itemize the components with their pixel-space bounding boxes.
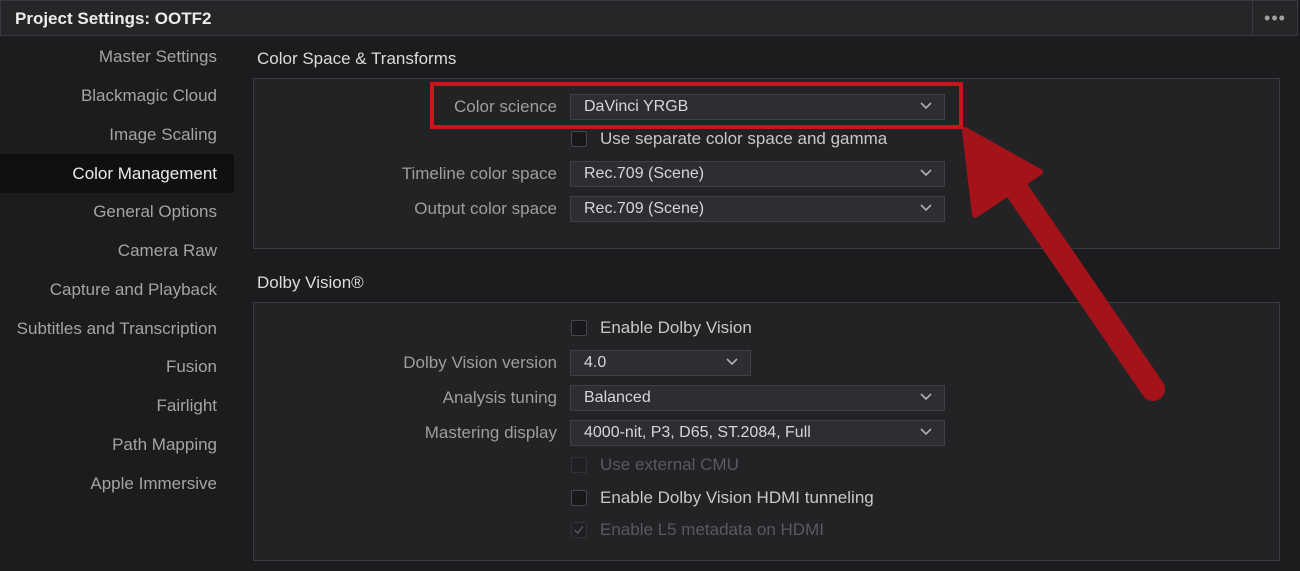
- sidebar-item-fairlight[interactable]: Fairlight: [157, 386, 217, 425]
- sidebar-item-blackmagic-cloud[interactable]: Blackmagic Cloud: [81, 76, 217, 115]
- mastering-display-value: 4000-nit, P3, D65, ST.2084, Full: [584, 424, 811, 441]
- sidebar-item-general-options[interactable]: General Options: [93, 192, 217, 231]
- sidebar-item-capture-playback[interactable]: Capture and Playback: [50, 270, 217, 309]
- chevron-down-icon: [726, 358, 738, 366]
- dolby-version-select[interactable]: 4.0: [570, 350, 751, 376]
- sidebar-item-subtitles-transcription[interactable]: Subtitles and Transcription: [17, 309, 217, 348]
- timeline-color-space-value: Rec.709 (Scene): [584, 165, 705, 182]
- section-title-color-space: Color Space & Transforms: [257, 49, 457, 68]
- chevron-down-icon: [920, 428, 932, 436]
- hdmi-tunneling-label: Enable Dolby Vision HDMI tunneling: [600, 488, 874, 507]
- chevron-down-icon: [920, 204, 932, 212]
- sidebar-item-camera-raw[interactable]: Camera Raw: [118, 231, 217, 270]
- dolby-version-value: 4.0: [584, 354, 607, 371]
- ellipsis-icon: •••: [1264, 7, 1286, 28]
- analysis-tuning-label: Analysis tuning: [442, 388, 557, 407]
- sidebar-item-fusion[interactable]: Fusion: [166, 347, 217, 386]
- analysis-tuning-value: Balanced: [584, 389, 651, 406]
- chevron-down-icon: [920, 169, 932, 177]
- chevron-down-icon: [920, 393, 932, 401]
- timeline-color-space-select[interactable]: Rec.709 (Scene): [570, 161, 945, 187]
- mastering-display-select[interactable]: 4000-nit, P3, D65, ST.2084, Full: [570, 420, 945, 446]
- output-color-space-select[interactable]: Rec.709 (Scene): [570, 196, 945, 222]
- sidebar-item-color-management[interactable]: Color Management: [0, 154, 234, 193]
- external-cmu-checkbox: [571, 457, 587, 473]
- sidebar-item-path-mapping[interactable]: Path Mapping: [112, 425, 217, 464]
- output-color-space-value: Rec.709 (Scene): [584, 200, 705, 217]
- title-bar: Project Settings: OOTF2 •••: [0, 0, 1298, 36]
- section-title-dolby-vision: Dolby Vision®: [257, 273, 364, 292]
- separate-color-space-label: Use separate color space and gamma: [600, 129, 888, 148]
- external-cmu-label: Use external CMU: [600, 455, 739, 474]
- checkmark-icon: [574, 526, 584, 535]
- mastering-display-label: Mastering display: [424, 423, 557, 442]
- annotation-highlight-box: [430, 82, 963, 129]
- settings-sidebar: Master Settings Blackmagic Cloud Image S…: [0, 36, 234, 571]
- l5-metadata-label: Enable L5 metadata on HDMI: [600, 520, 824, 539]
- dolby-version-label: Dolby Vision version: [403, 353, 557, 372]
- sidebar-item-image-scaling[interactable]: Image Scaling: [109, 115, 217, 154]
- timeline-color-space-label: Timeline color space: [401, 164, 557, 183]
- enable-dolby-vision-label: Enable Dolby Vision: [600, 318, 752, 337]
- window-title: Project Settings: OOTF2: [15, 9, 212, 28]
- output-color-space-label: Output color space: [414, 199, 557, 218]
- enable-dolby-vision-checkbox[interactable]: [571, 320, 587, 336]
- analysis-tuning-select[interactable]: Balanced: [570, 385, 945, 411]
- l5-metadata-checkbox: [571, 522, 587, 538]
- separate-color-space-checkbox[interactable]: [571, 131, 587, 147]
- sidebar-item-apple-immersive[interactable]: Apple Immersive: [90, 464, 217, 503]
- hdmi-tunneling-checkbox[interactable]: [571, 490, 587, 506]
- sidebar-item-master-settings[interactable]: Master Settings: [99, 37, 217, 76]
- more-options-button[interactable]: •••: [1252, 1, 1297, 35]
